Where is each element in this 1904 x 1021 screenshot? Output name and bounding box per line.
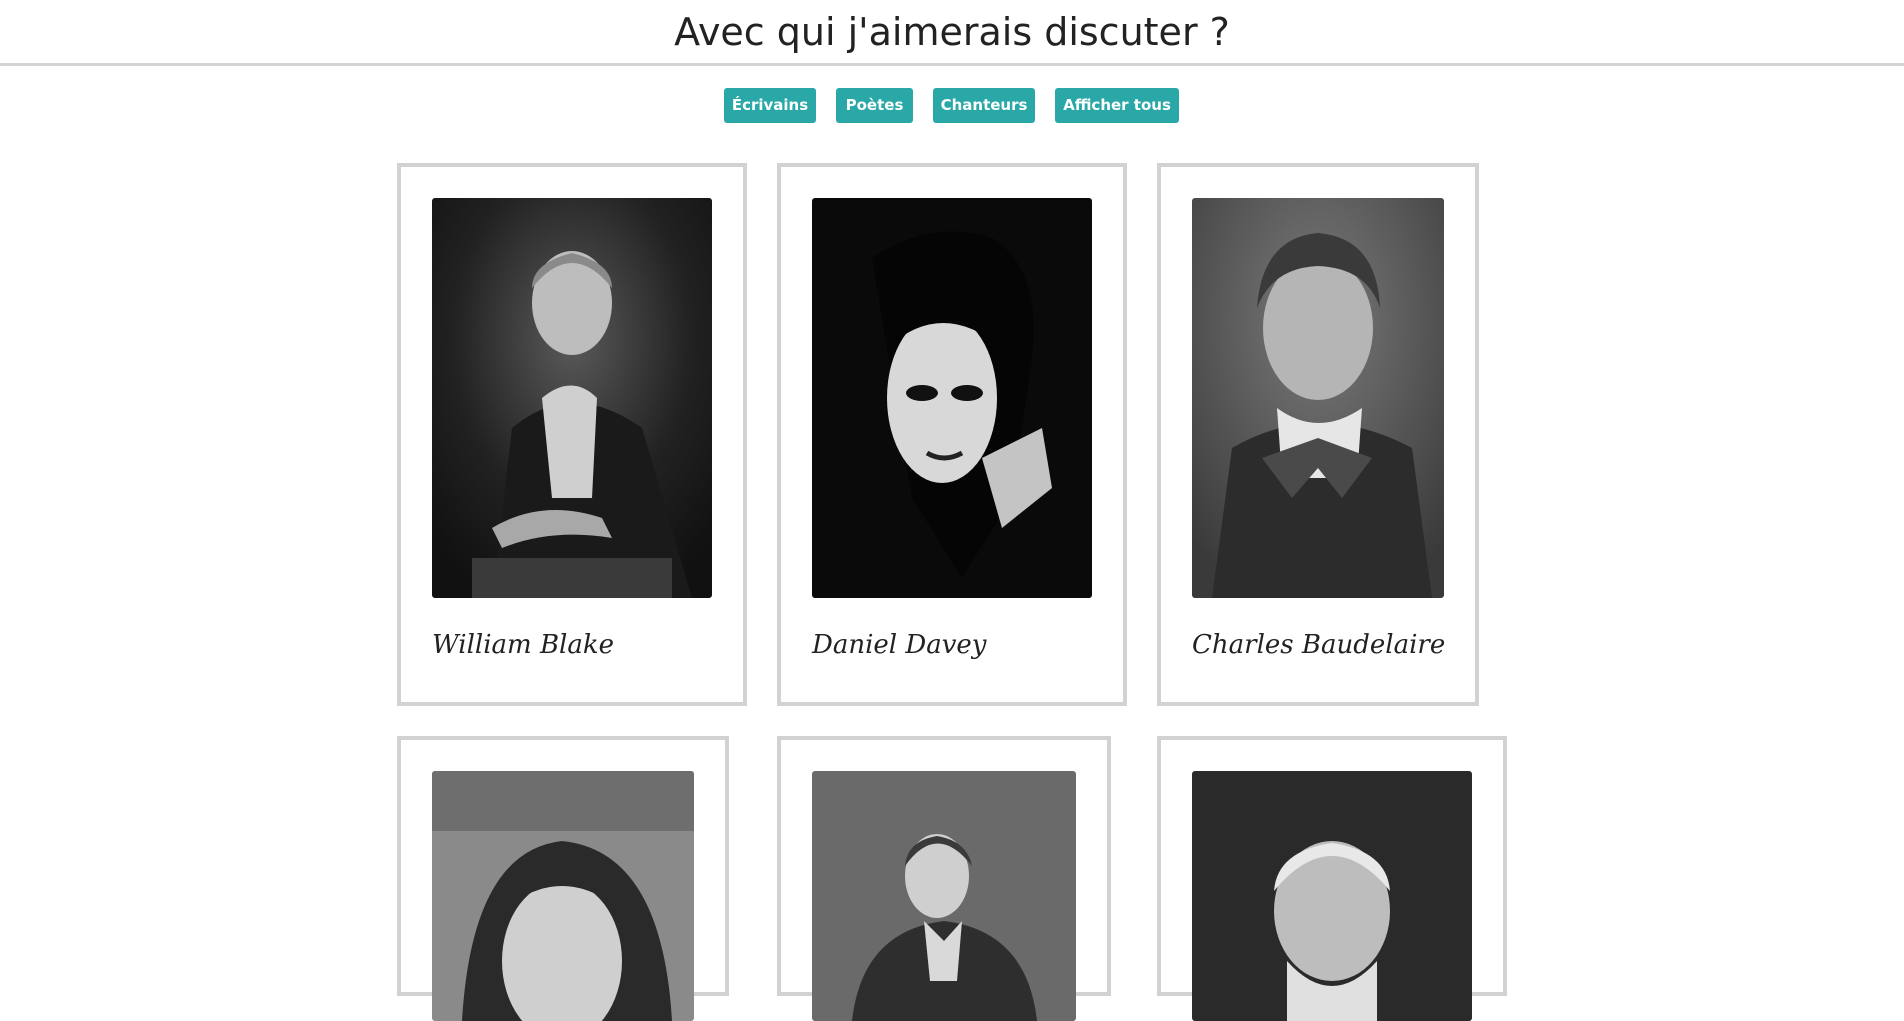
portrait-daniel-davey — [812, 198, 1092, 598]
portrait-william-blake — [432, 198, 712, 598]
filter-poets-button[interactable]: Poètes — [836, 88, 913, 123]
portrait-charles-baudelaire — [1192, 198, 1444, 598]
card-name: Daniel Davey — [812, 630, 987, 660]
filter-writers-button[interactable]: Écrivains — [724, 88, 816, 123]
card-5[interactable] — [777, 736, 1111, 1021]
card-charles-baudelaire[interactable]: Charles Baudelaire — [1157, 163, 1479, 706]
portrait-6 — [1192, 771, 1472, 1021]
portrait-5 — [812, 771, 1076, 1021]
show-all-button[interactable]: Afficher tous — [1055, 88, 1179, 123]
portrait-4 — [432, 771, 694, 1021]
card-daniel-davey[interactable]: Daniel Davey — [777, 163, 1127, 706]
filter-singers-button[interactable]: Chanteurs — [933, 88, 1035, 123]
card-6[interactable] — [1157, 736, 1507, 1021]
page-header: Avec qui j'aimerais discuter ? — [0, 0, 1904, 66]
card-4[interactable] — [397, 736, 729, 1021]
card-william-blake[interactable]: William Blake — [397, 163, 747, 706]
card-name: William Blake — [432, 630, 615, 660]
page-title: Avec qui j'aimerais discuter ? — [674, 10, 1230, 54]
card-name: Charles Baudelaire — [1192, 630, 1446, 660]
